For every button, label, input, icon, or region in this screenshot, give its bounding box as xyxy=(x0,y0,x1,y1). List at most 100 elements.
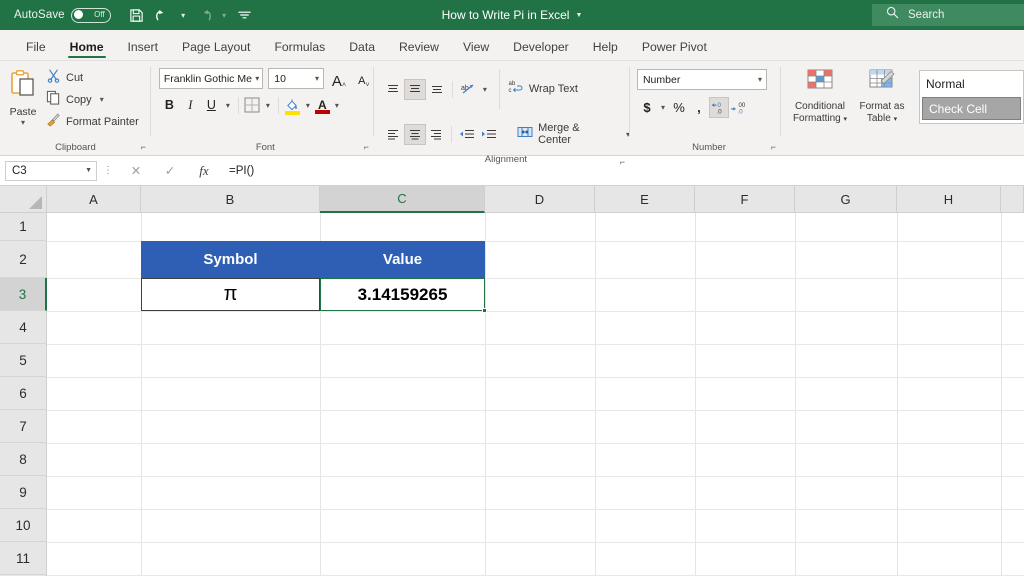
undo-dropdown-icon[interactable]: ▾ xyxy=(177,4,190,26)
borders-dropdown-icon[interactable]: ▾ xyxy=(262,94,274,116)
row-header-1[interactable]: 1 xyxy=(0,213,47,241)
fill-color-button[interactable] xyxy=(283,95,302,116)
format-as-table-button[interactable]: Format as Table ▾ xyxy=(851,64,913,139)
orientation-dropdown-icon[interactable]: ▾ xyxy=(479,78,491,100)
alignment-dialog-launcher-icon[interactable]: ⌐ xyxy=(620,157,625,167)
align-right-button[interactable] xyxy=(426,124,448,145)
search-box[interactable]: Search xyxy=(872,4,1024,26)
increase-font-size-button[interactable]: A˄ xyxy=(329,68,349,89)
percent-style-button[interactable]: % xyxy=(669,97,689,118)
font-size-input[interactable]: 10 ▾ xyxy=(268,68,324,89)
insert-function-icon[interactable]: fx xyxy=(187,160,221,182)
decrease-font-size-button[interactable]: A˅ xyxy=(354,68,374,89)
autosave-control[interactable]: AutoSave Off xyxy=(14,8,111,23)
copy-dropdown-icon[interactable]: ▾ xyxy=(100,95,104,104)
undo-icon[interactable] xyxy=(151,4,175,26)
font-name-dropdown-icon[interactable]: ▾ xyxy=(255,74,259,83)
column-header-A[interactable]: A xyxy=(47,186,141,213)
column-header-D[interactable]: D xyxy=(485,186,595,213)
column-header-H[interactable]: H xyxy=(897,186,1001,213)
fill-color-dropdown-icon[interactable]: ▾ xyxy=(302,94,314,116)
paste-dropdown-icon[interactable]: ▾ xyxy=(21,118,25,127)
align-top-button[interactable] xyxy=(382,79,404,100)
row-header-7[interactable]: 7 xyxy=(0,410,47,443)
ribbon-tab-insert[interactable]: Insert xyxy=(116,40,170,60)
column-header-C[interactable]: C xyxy=(320,186,485,213)
decrease-decimal-button[interactable]: 0.0 xyxy=(709,97,729,118)
fill-handle[interactable] xyxy=(482,308,487,313)
row-header-3[interactable]: 3 xyxy=(0,278,47,311)
cell-B3[interactable]: π xyxy=(141,278,320,311)
row-header-9[interactable]: 9 xyxy=(0,476,47,509)
cell-B2[interactable]: Symbol xyxy=(141,241,320,278)
align-middle-button[interactable] xyxy=(404,79,426,100)
wrap-text-button[interactable]: abc Wrap Text xyxy=(508,79,578,100)
row-header-11[interactable]: 11 xyxy=(0,542,47,575)
conditional-formatting-button[interactable]: Conditional Formatting ▾ xyxy=(789,64,851,139)
underline-button[interactable]: U xyxy=(201,94,222,116)
align-left-button[interactable] xyxy=(382,124,404,145)
ribbon-tab-developer[interactable]: Developer xyxy=(501,40,581,60)
increase-decimal-button[interactable]: 00.0 xyxy=(729,97,749,118)
number-format-dropdown-icon[interactable]: ▾ xyxy=(758,75,762,84)
cancel-formula-icon[interactable]: ✕ xyxy=(119,160,153,182)
font-size-dropdown-icon[interactable]: ▾ xyxy=(315,74,319,83)
customize-quick-access-icon[interactable] xyxy=(233,4,257,26)
accounting-dropdown-icon[interactable]: ▾ xyxy=(657,96,669,118)
row-header-4[interactable]: 4 xyxy=(0,311,47,344)
align-center-button[interactable] xyxy=(404,124,426,145)
accounting-format-button[interactable]: $ xyxy=(637,97,657,118)
format-painter-button[interactable]: Format Painter xyxy=(46,112,139,131)
number-format-select[interactable]: Number ▾ xyxy=(637,69,767,90)
select-all-button[interactable] xyxy=(0,186,47,213)
ribbon-tab-help[interactable]: Help xyxy=(581,40,630,60)
column-header-E[interactable]: E xyxy=(595,186,695,213)
italic-button[interactable]: I xyxy=(180,94,201,116)
decrease-indent-button[interactable] xyxy=(456,124,478,145)
cut-button[interactable]: Cut xyxy=(46,68,139,87)
column-header-G[interactable]: G xyxy=(795,186,897,213)
row-header-2[interactable]: 2 xyxy=(0,241,47,278)
bold-button[interactable]: B xyxy=(159,94,180,116)
ribbon-tab-formulas[interactable]: Formulas xyxy=(262,40,337,60)
formula-bar-grip[interactable]: ⋮ xyxy=(97,165,119,176)
redo-icon[interactable] xyxy=(192,4,216,26)
redo-dropdown-icon[interactable]: ▾ xyxy=(218,4,231,26)
ribbon-tab-page-layout[interactable]: Page Layout xyxy=(170,40,262,60)
document-title-dropdown-icon[interactable]: ▼ xyxy=(575,12,582,19)
orientation-button[interactable]: ab xyxy=(457,79,479,100)
row-header-6[interactable]: 6 xyxy=(0,377,47,410)
cell-style-check-cell[interactable]: Check Cell xyxy=(922,97,1021,120)
align-bottom-button[interactable] xyxy=(426,79,448,100)
ribbon-tab-home[interactable]: Home xyxy=(58,40,116,60)
font-dialog-launcher-icon[interactable]: ⌐ xyxy=(364,142,369,152)
copy-button[interactable]: Copy ▾ xyxy=(46,90,139,109)
paste-button[interactable]: Paste ▾ xyxy=(0,64,46,139)
comma-style-button[interactable]: , xyxy=(689,97,709,118)
font-color-dropdown-icon[interactable]: ▾ xyxy=(331,94,343,116)
cell-C2[interactable]: Value xyxy=(320,241,485,278)
name-box-dropdown-icon[interactable]: ▼ xyxy=(85,167,92,174)
ribbon-tab-data[interactable]: Data xyxy=(337,40,387,60)
ribbon-tab-power-pivot[interactable]: Power Pivot xyxy=(630,40,719,60)
increase-indent-button[interactable] xyxy=(478,124,500,145)
font-color-button[interactable]: A xyxy=(314,95,331,116)
number-dialog-launcher-icon[interactable]: ⌐ xyxy=(771,142,776,152)
cell-styles-gallery[interactable]: Normal Check Cell xyxy=(919,70,1024,124)
row-header-10[interactable]: 10 xyxy=(0,509,47,542)
clipboard-dialog-launcher-icon[interactable]: ⌐ xyxy=(141,142,146,152)
ribbon-tab-file[interactable]: File xyxy=(14,40,58,60)
cell-style-normal[interactable]: Normal xyxy=(920,71,1023,96)
ribbon-tab-review[interactable]: Review xyxy=(387,40,451,60)
underline-dropdown-icon[interactable]: ▾ xyxy=(222,94,234,116)
merge-center-button[interactable]: Merge & Center ▾ xyxy=(517,124,630,145)
autosave-toggle[interactable]: Off xyxy=(71,8,111,23)
column-header-B[interactable]: B xyxy=(141,186,320,213)
font-name-input[interactable]: Franklin Gothic Me ▾ xyxy=(159,68,263,89)
save-icon[interactable] xyxy=(125,4,149,26)
column-header-F[interactable]: F xyxy=(695,186,795,213)
borders-button[interactable] xyxy=(243,96,262,115)
cell-C3[interactable]: 3.14159265 xyxy=(320,278,485,311)
enter-formula-icon[interactable]: ✓ xyxy=(153,160,187,182)
row-header-8[interactable]: 8 xyxy=(0,443,47,476)
